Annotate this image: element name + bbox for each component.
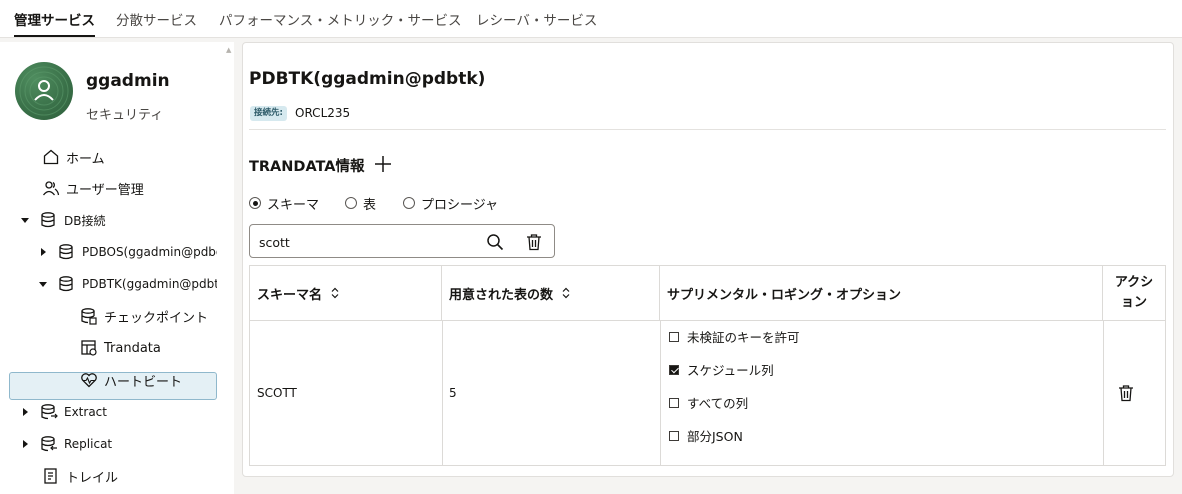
trail-icon — [44, 468, 57, 484]
radio-schema[interactable]: スキーマ — [249, 194, 320, 213]
sidebar-item-pdbtk[interactable]: PDBTK(ggadmin@pdbtk) — [38, 270, 217, 298]
database-icon — [59, 244, 73, 260]
option-partial-json[interactable]: 部分JSON — [669, 426, 743, 445]
caret-right-icon[interactable] — [20, 439, 30, 449]
user-role: セキュリティ — [86, 108, 164, 123]
column-header-action: アクシ ョン — [1114, 275, 1154, 310]
checkbox-checked[interactable] — [669, 364, 679, 375]
trandata-icon — [81, 340, 97, 356]
sort-icon[interactable] — [561, 287, 571, 299]
sidebar-item-db-connections[interactable]: DB接続 — [20, 206, 217, 234]
delete-icon[interactable] — [1117, 384, 1135, 402]
sidebar-item-trail[interactable]: トレイル — [42, 462, 217, 490]
sidebar-item-label: PDBOS(ggadmin@pdbos) — [82, 245, 217, 259]
radio-button[interactable] — [403, 197, 415, 209]
option-allow-nonvalidated-keys[interactable]: 未検証のキーを許可 — [669, 327, 800, 346]
checkbox[interactable] — [669, 430, 679, 441]
sidebar-item-heartbeat[interactable]: ハートビート — [80, 366, 217, 394]
database-icon — [59, 276, 73, 292]
sidebar-scroll-up-icon[interactable]: ▲ — [226, 46, 234, 54]
column-divider — [1103, 320, 1104, 465]
radio-label: スキーマ — [267, 197, 320, 213]
users-icon — [42, 181, 60, 196]
tab-receiver-service[interactable]: レシーバ・サービス — [476, 9, 597, 37]
option-schedule-columns[interactable]: スケジュール列 — [669, 360, 774, 379]
delete-icon[interactable] — [525, 233, 543, 251]
sidebar-item-user-management[interactable]: ユーザー管理 — [42, 174, 217, 202]
option-all-columns[interactable]: すべての列 — [669, 393, 748, 412]
connection-badge: 接続先: — [250, 106, 287, 121]
radio-label: 表 — [363, 197, 377, 213]
top-tab-bar: 管理サービス 分散サービス パフォーマンス・メトリック・サービス レシーバ・サー… — [0, 0, 1182, 38]
sidebar-item-label: ハートビート — [104, 374, 183, 390]
caret-right-icon[interactable] — [20, 407, 30, 417]
user-name: ggadmin — [86, 71, 170, 91]
schema-cell: SCOTT — [257, 386, 297, 400]
caret-right-icon[interactable] — [38, 247, 48, 257]
section-title: TRANDATA情報 — [249, 159, 365, 175]
tab-distribution-service[interactable]: 分散サービス — [116, 9, 197, 37]
search-box — [249, 224, 555, 258]
heartbeat-icon — [81, 373, 97, 388]
caret-down-icon[interactable] — [20, 215, 30, 225]
sidebar-item-label: Replicat — [64, 437, 113, 451]
radio-table[interactable]: 表 — [345, 194, 377, 213]
sidebar-item-trandata[interactable]: Trandata — [80, 334, 217, 362]
radio-button[interactable] — [249, 197, 261, 209]
column-header-schema[interactable]: スキーマ名 — [250, 266, 442, 320]
sidebar-item-pdbos[interactable]: PDBOS(ggadmin@pdbos) — [38, 238, 217, 266]
caret-down-icon[interactable] — [38, 279, 48, 289]
column-divider — [660, 320, 661, 465]
column-header-logging-options: サプリメンタル・ロギング・オプション — [660, 266, 1103, 320]
checkbox[interactable] — [669, 331, 679, 342]
search-input[interactable] — [259, 233, 469, 251]
checkpoint-icon — [81, 308, 97, 325]
checkbox[interactable] — [669, 397, 679, 408]
connection-value: ORCL235 — [295, 106, 351, 120]
tab-management-service[interactable]: 管理サービス — [14, 9, 95, 37]
sidebar-item-replicat[interactable]: Replicat — [20, 430, 217, 458]
sidebar-item-label: チェックポイント — [104, 310, 209, 326]
column-header-table-count[interactable]: 用意された表の数 — [442, 266, 660, 320]
divider — [249, 129, 1166, 130]
sidebar-item-label: ホーム — [66, 151, 105, 167]
sidebar-item-home[interactable]: ホーム — [42, 143, 217, 171]
sort-icon[interactable] — [330, 287, 340, 299]
sidebar-item-checkpoint[interactable]: チェックポイント — [80, 302, 217, 330]
radio-button[interactable] — [345, 197, 357, 209]
sidebar-item-label: ユーザー管理 — [66, 182, 144, 198]
sidebar-item-label: PDBTK(ggadmin@pdbtk) — [82, 277, 217, 291]
sidebar-item-label: Extract — [64, 405, 107, 419]
header-divider — [250, 320, 1165, 321]
sidebar-item-label: トレイル — [66, 470, 119, 486]
tab-performance-metrics-service[interactable]: パフォーマンス・メトリック・サービス — [219, 9, 461, 37]
trandata-table: スキーマ名 用意された表の数 サプリメンタル・ロギング・オプション アクシ ョン… — [249, 265, 1166, 466]
main-panel: PDBTK(ggadmin@pdbtk) 接続先: ORCL235 TRANDA… — [242, 42, 1174, 477]
sidebar-item-label: Trandata — [104, 340, 161, 356]
avatar — [15, 62, 73, 120]
user-icon — [19, 66, 69, 116]
page-title: PDBTK(ggadmin@pdbtk) — [249, 69, 486, 89]
sidebar: ggadmin セキュリティ ホーム ユーザー管理 DB接続 PDBOS(gga… — [0, 42, 234, 494]
home-icon — [43, 149, 59, 165]
column-divider — [442, 320, 443, 465]
add-icon[interactable] — [373, 154, 393, 174]
replicat-icon — [41, 436, 57, 452]
radio-label: プロシージャ — [421, 197, 499, 213]
search-icon[interactable] — [486, 233, 504, 251]
sidebar-item-label: DB接続 — [64, 213, 106, 228]
radio-procedure[interactable]: プロシージャ — [403, 194, 499, 213]
table-count-cell: 5 — [449, 386, 457, 400]
extract-icon — [41, 404, 58, 420]
sidebar-item-extract[interactable]: Extract — [20, 398, 217, 426]
database-icon — [41, 212, 55, 228]
